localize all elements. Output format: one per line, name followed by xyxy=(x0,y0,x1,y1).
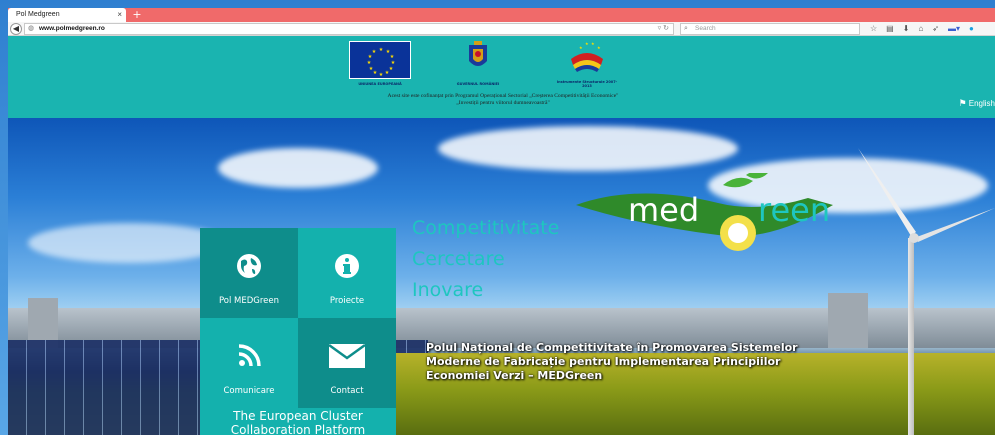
svg-text:★: ★ xyxy=(389,66,394,72)
cloud xyxy=(28,223,228,263)
cloud xyxy=(218,148,378,188)
new-tab-button[interactable]: + xyxy=(130,8,144,22)
info-icon xyxy=(298,252,396,280)
search-icon: ⌕ xyxy=(684,25,688,32)
tab-bar: Pol Medgreen × + xyxy=(8,8,995,22)
svg-text:★: ★ xyxy=(591,41,595,46)
tagline-inovare: Inovare xyxy=(412,279,484,301)
wind-turbine xyxy=(908,238,914,435)
romanian-coat-of-arms-logo xyxy=(466,39,490,75)
skype-icon[interactable]: ● xyxy=(969,23,974,35)
turbine-blades xyxy=(858,148,995,243)
svg-text:★: ★ xyxy=(369,66,374,72)
addon-icon[interactable]: ▬▾ xyxy=(948,23,960,35)
desktop-background: Pol Medgreen × + ◀ ◍ www.polmedgreen.ro … xyxy=(0,0,995,435)
url-text: www.polmedgreen.ro xyxy=(39,25,105,32)
reload-icon[interactable]: ▿ ↻ xyxy=(658,24,669,34)
structural-instruments-logo: ★ ★ ★ ★ xyxy=(565,39,609,75)
navigation-tiles: Pol MEDGreen Proiecte Comunicare Contact… xyxy=(200,228,396,435)
cluster-line-2: Collaboration Platform xyxy=(230,423,366,435)
eu-funding-header: ★ ★ ★ ★ ★ ★ ★ ★ ★ ★ ★ ★ UNIUNEA EUROPEANĂ xyxy=(8,36,995,118)
globe-icon xyxy=(200,252,298,280)
hero-banner: Pol MEDGreen Proiecte Comunicare Contact… xyxy=(8,118,995,435)
search-placeholder: Search xyxy=(695,25,716,32)
structural-instruments-caption: Instrumente Structurale 2007-2013 xyxy=(556,80,618,88)
hero-description: Polul Național de Competitivitate în Pro… xyxy=(426,341,798,382)
eu-flag-logo: ★ ★ ★ ★ ★ ★ ★ ★ ★ ★ ★ ★ xyxy=(349,41,411,79)
rss-icon xyxy=(200,342,298,370)
svg-text:★: ★ xyxy=(372,49,377,55)
tile-label: Pol MEDGreen xyxy=(218,296,280,306)
tile-label: Proiecte xyxy=(329,296,365,306)
download-icon[interactable]: ⬇ xyxy=(903,23,910,35)
language-label: English xyxy=(968,99,995,108)
browser-tab[interactable]: Pol Medgreen × xyxy=(8,8,126,22)
svg-text:★: ★ xyxy=(379,47,384,53)
svg-text:★: ★ xyxy=(585,41,589,46)
svg-text:★: ★ xyxy=(379,72,384,78)
language-switch[interactable]: ⚑ English xyxy=(959,98,995,109)
home-icon[interactable]: ⌂ xyxy=(918,23,923,35)
tile-label: Comunicare xyxy=(223,386,275,396)
svg-text:★: ★ xyxy=(579,45,583,50)
tab-title: Pol Medgreen xyxy=(16,11,60,18)
logo-text-green: reen xyxy=(758,191,830,229)
back-button[interactable]: ◀ xyxy=(10,23,22,35)
tile-label: Contact xyxy=(330,386,364,396)
cloud xyxy=(438,126,738,171)
browser-window: Pol Medgreen × + ◀ ◍ www.polmedgreen.ro … xyxy=(8,8,995,435)
envelope-icon xyxy=(298,342,396,370)
toolbar-icons: ☆ ▤ ⬇ ⌂ ➶ ▬▾ ● xyxy=(870,23,974,35)
tile-proiecte[interactable]: Proiecte xyxy=(298,228,396,318)
tab-close-icon[interactable]: × xyxy=(117,8,122,22)
cluster-platform-link[interactable]: The European Cluster Collaboration Platf… xyxy=(200,408,396,435)
cofinance-notice: Acest site este cofinanțat prin Programu… xyxy=(308,93,698,107)
tile-comunicare[interactable]: Comunicare xyxy=(200,318,298,408)
tagline-competitivitate: Competitivitate xyxy=(412,217,560,239)
cofinance-line-2: „Investiții pentru viitorul dumneavoastr… xyxy=(456,100,550,106)
flag-icon: ⚑ xyxy=(958,98,967,108)
cluster-line-1: The European Cluster xyxy=(233,409,363,423)
navigation-bar: ◀ ◍ www.polmedgreen.ro ▿ ↻ ⌕ Search ☆ ▤ … xyxy=(8,22,995,36)
government-caption: GUVERNUL ROMÂNIEI xyxy=(456,82,500,86)
send-icon[interactable]: ➶ xyxy=(932,23,939,35)
cofinance-line-1: Acest site este cofinanțat prin Programu… xyxy=(387,93,619,99)
hero-tagline: Competitivitate Cercetare Inovare xyxy=(412,213,559,306)
svg-text:★: ★ xyxy=(597,45,601,50)
url-bar[interactable]: ◍ www.polmedgreen.ro ▿ ↻ xyxy=(24,23,674,35)
logo-text-med: med xyxy=(628,191,699,229)
tile-pol-medgreen[interactable]: Pol MEDGreen xyxy=(200,228,298,318)
svg-text:★: ★ xyxy=(373,70,378,76)
web-page: ★ ★ ★ ★ ★ ★ ★ ★ ★ ★ ★ ★ UNIUNEA EUROPEANĂ xyxy=(8,36,995,435)
svg-text:★: ★ xyxy=(367,60,372,66)
building xyxy=(828,293,868,348)
medgreen-logo: med reen xyxy=(576,173,833,251)
tagline-cercetare: Cercetare xyxy=(412,248,505,270)
bookmark-star-icon[interactable]: ☆ xyxy=(870,23,877,35)
search-input[interactable]: ⌕ Search xyxy=(680,23,860,35)
svg-text:★: ★ xyxy=(385,70,390,76)
eu-caption: UNIUNEA EUROPEANĂ xyxy=(358,82,402,86)
site-identity-icon[interactable]: ◍ xyxy=(28,24,34,34)
reading-list-icon[interactable]: ▤ xyxy=(886,23,894,35)
tile-contact[interactable]: Contact xyxy=(298,318,396,408)
